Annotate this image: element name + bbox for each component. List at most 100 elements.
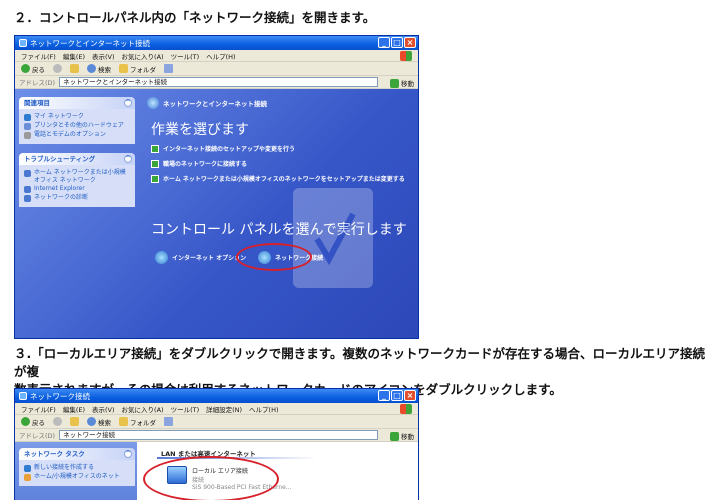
help-icon bbox=[24, 195, 31, 202]
collapse-icon[interactable]: ^ bbox=[124, 155, 132, 163]
menu-bar: ファイル(F) 編集(E) 表示(V) お気に入り(A) ツール(T) 詳細設定… bbox=[15, 403, 418, 415]
network-tasks-title: ネットワーク タスク bbox=[24, 450, 85, 458]
go-arrow-icon bbox=[390, 78, 399, 88]
troubleshoot-panel: トラブルシューティング ^ ホーム ネットワークまたは小規模オフィス ネットワーク… bbox=[19, 153, 135, 207]
troubleshoot-link[interactable]: Internet Explorer bbox=[24, 185, 130, 193]
menu-view[interactable]: 表示(V) bbox=[92, 51, 115, 61]
window-icon bbox=[19, 392, 27, 400]
folders-button[interactable]: フォルダ bbox=[119, 64, 156, 74]
window-icon bbox=[19, 39, 27, 47]
back-arrow-icon bbox=[21, 417, 30, 426]
internet-options-icon-item[interactable]: インターネット オプション bbox=[155, 251, 246, 264]
maximize-button[interactable]: □ bbox=[391, 37, 403, 48]
title-bar[interactable]: ネットワークとインターネット接続 _ □ × bbox=[15, 36, 418, 50]
folders-label: フォルダ bbox=[130, 418, 156, 427]
choose-task-heading: 作業を選びます bbox=[151, 122, 249, 138]
new-connection-icon bbox=[24, 465, 31, 472]
menu-file[interactable]: ファイル(F) bbox=[21, 51, 56, 61]
network-internet-window: ネットワークとインターネット接続 _ □ × ファイル(F) 編集(E) 表示(… bbox=[14, 35, 419, 339]
toolbar: 戻る 検索 フォルダ bbox=[15, 62, 418, 76]
task-link[interactable]: ホーム ネットワークまたは小規模オフィスのネットワークをセットアップまたは変更す… bbox=[151, 174, 405, 183]
menu-file[interactable]: ファイル(F) bbox=[21, 404, 56, 414]
category-watermark-icon bbox=[293, 188, 373, 288]
task-label: ホーム ネットワークまたは小規模オフィスのネットワークをセットアップまたは変更す… bbox=[163, 176, 405, 183]
related-link[interactable]: マイ ネットワーク bbox=[24, 113, 130, 121]
menu-bar: ファイル(F) 編集(E) 表示(V) お気に入り(A) ツール(T) ヘルプ(… bbox=[15, 50, 418, 62]
troubleshoot-link[interactable]: ホーム ネットワークまたは小規模オフィス ネットワーク bbox=[24, 169, 130, 184]
search-icon bbox=[87, 417, 96, 426]
task-link[interactable]: 新しい接続を作成する bbox=[24, 464, 130, 472]
menu-edit[interactable]: 編集(E) bbox=[63, 51, 85, 61]
folders-button[interactable]: フォルダ bbox=[119, 417, 156, 427]
menu-tools[interactable]: ツール(T) bbox=[171, 51, 200, 61]
title-bar[interactable]: ネットワーク接続 _ □ × bbox=[15, 389, 418, 403]
menu-favorites[interactable]: お気に入り(A) bbox=[122, 51, 164, 61]
network-icon bbox=[24, 114, 31, 121]
back-button[interactable]: 戻る bbox=[21, 417, 45, 427]
window-title: ネットワーク接続 bbox=[30, 391, 90, 401]
highlight-ellipse bbox=[236, 243, 312, 271]
forward-button[interactable] bbox=[53, 417, 62, 426]
window-content: 関連項目 ^ マイ ネットワーク プリンタとその他のハードウェア 電話とモデムのオ… bbox=[15, 89, 418, 338]
task-link[interactable]: ホーム/小規模オフィスのネット bbox=[24, 473, 130, 481]
network-connections-window: ネットワーク接続 _ □ × ファイル(F) 編集(E) 表示(V) お気に入り… bbox=[14, 388, 419, 500]
forward-arrow-icon bbox=[53, 417, 62, 426]
help-icon bbox=[24, 170, 31, 177]
related-header[interactable]: 関連項目 ^ bbox=[19, 97, 135, 109]
go-button[interactable]: 移動 bbox=[390, 78, 414, 88]
menu-tools[interactable]: ツール(T) bbox=[171, 404, 200, 414]
forward-button[interactable] bbox=[53, 64, 62, 73]
up-button[interactable] bbox=[70, 64, 79, 73]
task-label: インターネット接続のセットアップや変更を行う bbox=[163, 146, 296, 153]
up-folder-icon bbox=[70, 64, 79, 73]
back-button[interactable]: 戻る bbox=[21, 64, 45, 74]
go-arrow-icon bbox=[390, 431, 399, 441]
window-content: ネットワーク タスク ^ 新しい接続を作成する ホーム/小規模オフィスのネット L… bbox=[15, 442, 418, 500]
address-input[interactable]: ネットワークとインターネット接続 bbox=[59, 77, 378, 87]
minimize-button[interactable]: _ bbox=[378, 37, 390, 48]
menu-help[interactable]: ヘルプ(H) bbox=[249, 404, 278, 414]
phone-icon bbox=[24, 132, 31, 139]
window-title: ネットワークとインターネット接続 bbox=[30, 38, 150, 48]
task-pane: ネットワーク タスク ^ 新しい接続を作成する ホーム/小規模オフィスのネット bbox=[15, 442, 137, 500]
menu-advanced[interactable]: 詳細設定(N) bbox=[206, 404, 242, 414]
menu-view[interactable]: 表示(V) bbox=[92, 404, 115, 414]
views-icon bbox=[164, 417, 173, 426]
troubleshoot-header[interactable]: トラブルシューティング ^ bbox=[19, 153, 135, 165]
toolbar: 戻る 検索 フォルダ bbox=[15, 415, 418, 429]
search-icon bbox=[87, 64, 96, 73]
views-button[interactable] bbox=[164, 417, 173, 426]
close-button[interactable]: × bbox=[404, 390, 416, 401]
task-link[interactable]: インターネット接続のセットアップや変更を行う bbox=[151, 144, 295, 153]
collapse-icon[interactable]: ^ bbox=[124, 99, 132, 107]
search-button[interactable]: 検索 bbox=[87, 64, 111, 74]
network-tasks-header[interactable]: ネットワーク タスク ^ bbox=[19, 448, 135, 460]
related-title: 関連項目 bbox=[24, 99, 50, 107]
close-button[interactable]: × bbox=[404, 37, 416, 48]
address-label: アドレス(D) bbox=[19, 79, 56, 87]
task-arrow-icon bbox=[151, 144, 159, 153]
related-link[interactable]: 電話とモデムのオプション bbox=[24, 131, 130, 139]
troubleshoot-link-label: Internet Explorer bbox=[34, 185, 85, 192]
go-button[interactable]: 移動 bbox=[390, 431, 414, 441]
menu-edit[interactable]: 編集(E) bbox=[63, 404, 85, 414]
windows-logo-icon bbox=[400, 51, 412, 61]
task-link[interactable]: 職場のネットワークに接続する bbox=[151, 159, 247, 168]
address-input[interactable]: ネットワーク接続 bbox=[59, 430, 378, 440]
related-link-label: プリンタとその他のハードウェア bbox=[34, 122, 124, 129]
address-bar: アドレス(D) ネットワーク接続 移動 bbox=[15, 429, 418, 442]
minimize-button[interactable]: _ bbox=[378, 390, 390, 401]
troubleshoot-link[interactable]: ネットワークの診断 bbox=[24, 194, 130, 202]
related-link[interactable]: プリンタとその他のハードウェア bbox=[24, 122, 130, 130]
menu-help[interactable]: ヘルプ(H) bbox=[206, 51, 235, 61]
collapse-icon[interactable]: ^ bbox=[124, 450, 132, 458]
up-folder-icon bbox=[70, 417, 79, 426]
maximize-button[interactable]: □ bbox=[391, 390, 403, 401]
views-button[interactable] bbox=[164, 64, 173, 73]
network-tasks-panel: ネットワーク タスク ^ 新しい接続を作成する ホーム/小規模オフィスのネット bbox=[19, 448, 135, 486]
up-button[interactable] bbox=[70, 417, 79, 426]
go-label: 移動 bbox=[401, 433, 414, 441]
menu-favorites[interactable]: お気に入り(A) bbox=[122, 404, 164, 414]
windows-logo-icon bbox=[400, 404, 412, 414]
search-button[interactable]: 検索 bbox=[87, 417, 111, 427]
